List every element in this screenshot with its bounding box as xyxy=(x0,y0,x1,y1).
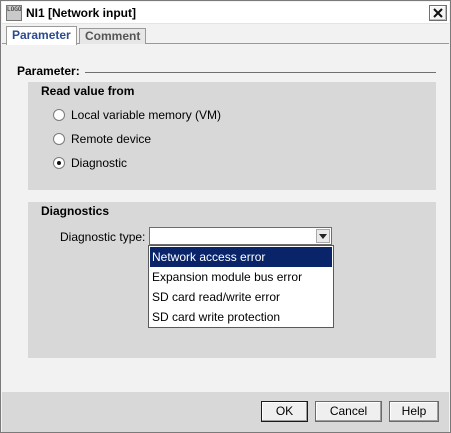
dropdown-option-network-access-error[interactable]: Network access error xyxy=(150,247,332,267)
dropdown-option-expansion-module-bus-error[interactable]: Expansion module bus error xyxy=(150,267,332,287)
app-logo-icon: LOGO xyxy=(6,5,22,21)
combo-dropdown-button[interactable] xyxy=(316,229,330,243)
read-value-group-title: Read value from xyxy=(41,84,135,98)
dropdown-option-sd-card-write-protection[interactable]: SD card write protection xyxy=(150,307,332,327)
diagnostic-type-dropdown-list[interactable]: Network access error Expansion module bu… xyxy=(148,245,334,328)
tab-strip: Parameter Comment xyxy=(2,25,449,45)
chevron-down-icon xyxy=(319,233,327,239)
radio-button-checked[interactable] xyxy=(53,157,65,169)
radio-label: Local variable memory (VM) xyxy=(71,108,222,122)
read-value-group: Read value from Local variable memory (V… xyxy=(28,82,436,190)
dropdown-option-sd-card-read-write-error[interactable]: SD card read/write error xyxy=(150,287,332,307)
close-icon xyxy=(433,8,443,18)
parameter-panel: Parameter: Read value from Local variabl… xyxy=(2,44,449,392)
cancel-button[interactable]: Cancel xyxy=(315,401,382,422)
ok-button[interactable]: OK xyxy=(261,401,308,422)
radio-label: Diagnostic xyxy=(71,156,128,170)
tab-parameter[interactable]: Parameter xyxy=(6,26,77,45)
radio-button[interactable] xyxy=(53,133,65,145)
title-bar[interactable]: LOGO NI1 [Network input] xyxy=(2,2,449,24)
radio-option-remote-device[interactable]: Remote device xyxy=(53,132,151,146)
diagnostic-type-combobox[interactable] xyxy=(149,227,332,245)
help-button[interactable]: Help xyxy=(389,401,439,422)
radio-option-local-vm[interactable]: Local variable memory (VM) xyxy=(53,108,221,122)
radio-option-diagnostic[interactable]: Diagnostic xyxy=(53,156,127,170)
radio-label: Remote device xyxy=(71,132,152,146)
tab-comment[interactable]: Comment xyxy=(79,28,147,44)
window-title: NI1 [Network input] xyxy=(26,6,136,20)
diagnostic-type-label: Diagnostic type: xyxy=(60,230,146,244)
heading-divider xyxy=(85,72,436,73)
radio-button[interactable] xyxy=(53,109,65,121)
parameter-heading: Parameter: xyxy=(17,64,80,78)
close-button[interactable] xyxy=(429,5,447,21)
dialog-window: LOGO NI1 [Network input] Parameter Comme… xyxy=(0,0,451,433)
diagnostics-group-title: Diagnostics xyxy=(41,204,110,218)
button-bar: OK Cancel Help xyxy=(2,392,449,432)
